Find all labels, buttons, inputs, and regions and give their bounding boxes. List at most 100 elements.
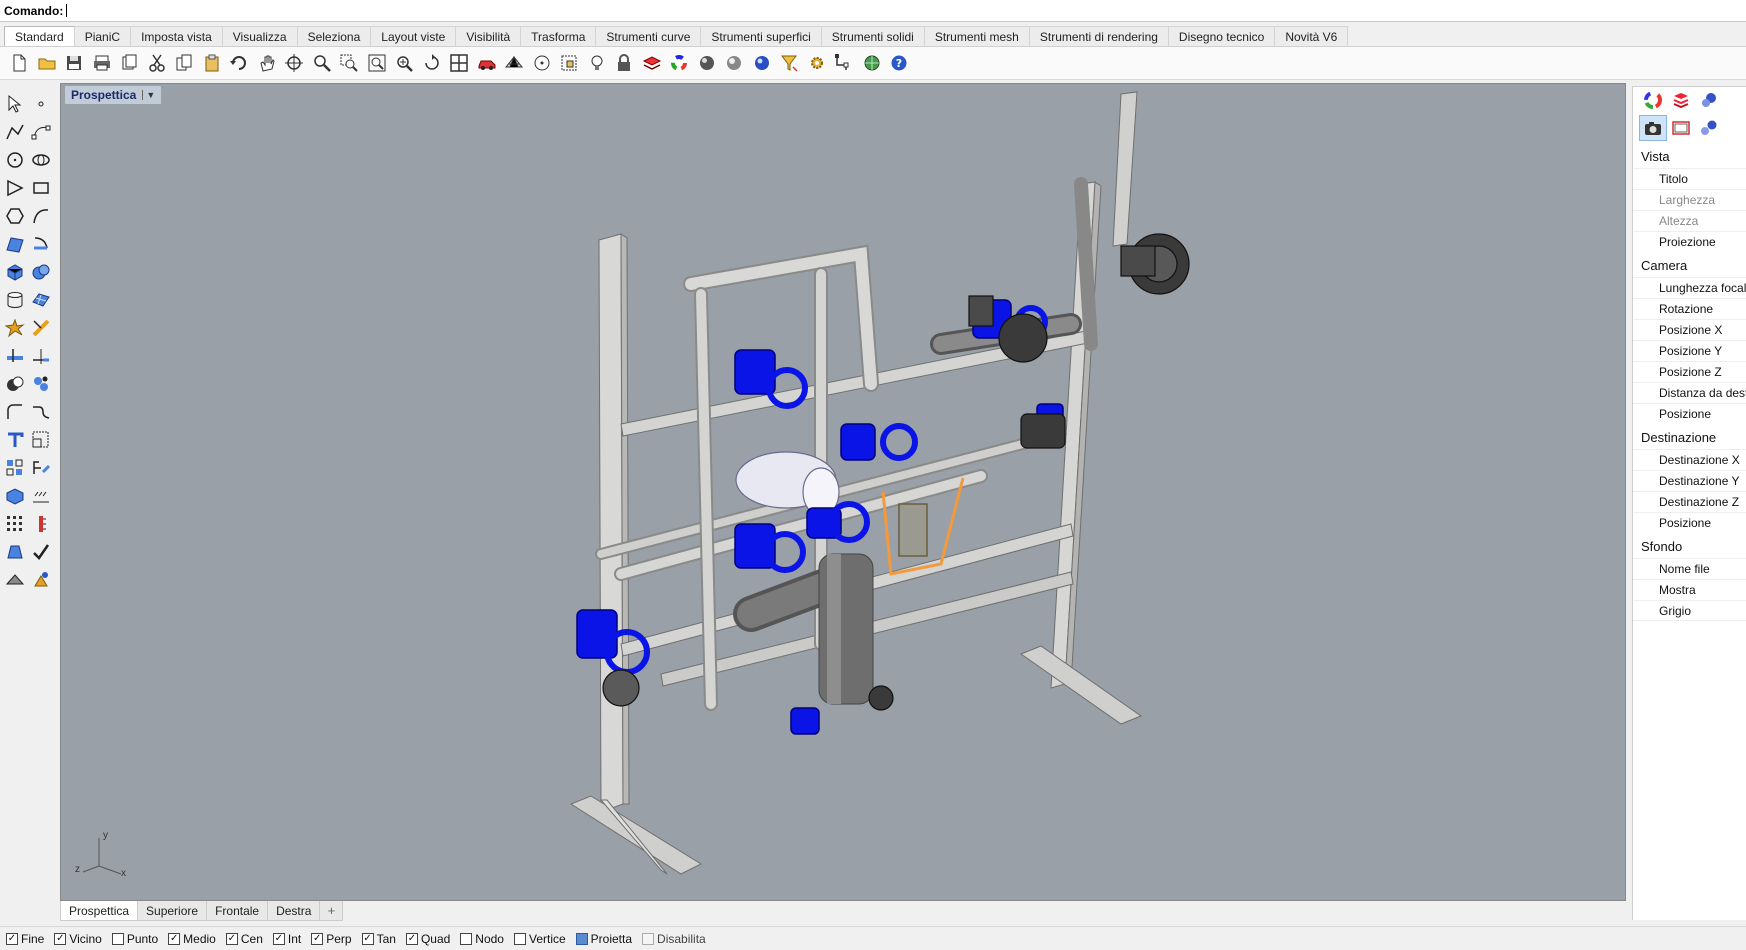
property-row[interactable]: Posizione [1633,403,1746,424]
property-row[interactable]: Proiezione [1633,231,1746,252]
ruler-button[interactable] [28,511,54,537]
osnap-checkbox[interactable] [642,932,655,945]
viewport-tab-superiore[interactable]: Superiore [137,901,208,921]
settings-gear-button[interactable] [804,50,830,76]
tab-strumenti-curve[interactable]: Strumenti curve [595,26,702,46]
osnap-checkbox[interactable]: ✓ [272,932,285,945]
trim-button[interactable] [28,315,54,341]
tab-visualizza[interactable]: Visualizza [221,26,298,46]
tab-standard[interactable]: Standard [4,26,75,46]
rectangle-button[interactable] [28,175,54,201]
tab-strumenti-solidi[interactable]: Strumenti solidi [820,26,925,46]
property-row[interactable]: Rotazione [1633,298,1746,319]
tab-layout-viste[interactable]: Layout viste [370,26,457,46]
cut-button[interactable] [144,50,170,76]
explode-button[interactable] [2,315,28,341]
panel-tab-render[interactable] [1695,88,1723,112]
property-row[interactable]: Posizione Y [1633,340,1746,361]
section-destinazione[interactable]: Destinazione [1633,424,1746,449]
property-row[interactable]: Distanza da destinazione [1633,382,1746,403]
material-sphere-button[interactable] [721,50,747,76]
arc-button[interactable] [28,203,54,229]
light-bulb-button[interactable] [584,50,610,76]
check-button[interactable] [28,539,54,565]
cylinder-button[interactable] [2,287,28,313]
property-row[interactable]: Lunghezza focale [1633,277,1746,298]
property-row[interactable]: Destinazione X [1633,449,1746,470]
circle-point-button[interactable] [529,50,555,76]
property-row[interactable]: Destinazione Z [1633,491,1746,512]
circle-button[interactable] [2,147,28,173]
tab-strumenti-superfici[interactable]: Strumenti superfici [700,26,822,46]
snap-button[interactable] [831,50,857,76]
color-wheel-button[interactable] [666,50,692,76]
blend-button[interactable] [28,399,54,425]
section-camera[interactable]: Camera [1633,252,1746,277]
osnap-checkbox[interactable] [111,932,124,945]
undo-view-button[interactable] [419,50,445,76]
osnap-int[interactable]: ✓ Int [272,932,301,946]
print-button[interactable] [89,50,115,76]
osnap-checkbox[interactable]: ✓ [54,932,67,945]
dimension-button[interactable] [556,50,582,76]
array-button[interactable] [2,455,28,481]
group-button[interactable] [28,371,54,397]
osnap-checkbox[interactable] [575,932,588,945]
surface-point-button[interactable] [2,231,28,257]
mesh-plane-button[interactable] [28,287,54,313]
open-folder-button[interactable] [34,50,60,76]
mesh-object-button[interactable] [501,50,527,76]
scale-button[interactable] [28,427,54,453]
osnap-cen[interactable]: ✓ Cen [225,932,263,946]
zoom-button[interactable] [309,50,335,76]
tab-imposta-vista[interactable]: Imposta vista [130,26,223,46]
polygon-button[interactable] [2,175,28,201]
osnap-checkbox[interactable] [513,932,526,945]
osnap-checkbox[interactable]: ✓ [6,932,18,945]
osnap-checkbox[interactable] [460,932,473,945]
new-file-button[interactable] [6,50,32,76]
osnap-nodo[interactable]: Nodo [460,932,504,946]
sphere-union-button[interactable] [28,259,54,285]
fillet-button[interactable] [2,399,28,425]
render-settings-button[interactable] [1695,115,1723,141]
property-row[interactable]: Nome file [1633,558,1746,579]
block-button[interactable] [2,483,28,509]
lock-button[interactable] [611,50,637,76]
dimension-tool-button[interactable] [28,455,54,481]
osnap-checkbox[interactable]: ✓ [311,932,324,945]
save-button[interactable] [61,50,87,76]
property-row[interactable]: Mostra [1633,579,1746,600]
tab-strumenti-mesh[interactable]: Strumenti mesh [923,26,1030,46]
property-row[interactable]: Titolo [1633,168,1746,189]
select-arrow-button[interactable] [2,91,28,117]
curve-points-button[interactable] [28,119,54,145]
tab-strumenti-di-rendering[interactable]: Strumenti di rendering [1028,26,1169,46]
viewport-tab-destra[interactable]: Destra [267,901,321,921]
boolean-button[interactable] [2,371,28,397]
filter-funnel-button[interactable] [776,50,802,76]
ellipse-button[interactable] [28,147,54,173]
box-button[interactable] [2,259,28,285]
polygon-center-button[interactable] [2,203,28,229]
viewport-menu-icon[interactable]: ▼ [142,90,155,100]
revolve-button[interactable] [28,231,54,257]
split-button[interactable] [2,343,28,369]
panel-tab-layers[interactable] [1667,88,1695,112]
osnap-fine[interactable]: ✓ Fine [6,932,44,946]
osnap-vicino[interactable]: ✓ Vicino [54,932,102,946]
globe-button[interactable] [859,50,885,76]
zoom-selected-button[interactable] [391,50,417,76]
osnap-vertice[interactable]: Vertice [513,932,566,946]
shade-button[interactable] [2,567,28,593]
tab-novit-v6[interactable]: Novità V6 [1274,26,1349,46]
property-row[interactable]: Posizione [1633,512,1746,533]
zoom-window-button[interactable] [336,50,362,76]
section-sfondo[interactable]: Sfondo [1633,533,1746,558]
panel-tab-color-wheel[interactable] [1639,88,1667,112]
hatch-button[interactable] [28,483,54,509]
tab-disegno-tecnico[interactable]: Disegno tecnico [1167,26,1276,46]
viewport-title[interactable]: Prospettica ▼ [65,86,162,104]
tab-pianic[interactable]: PianiC [73,26,132,46]
zoom-extents-button[interactable] [364,50,390,76]
